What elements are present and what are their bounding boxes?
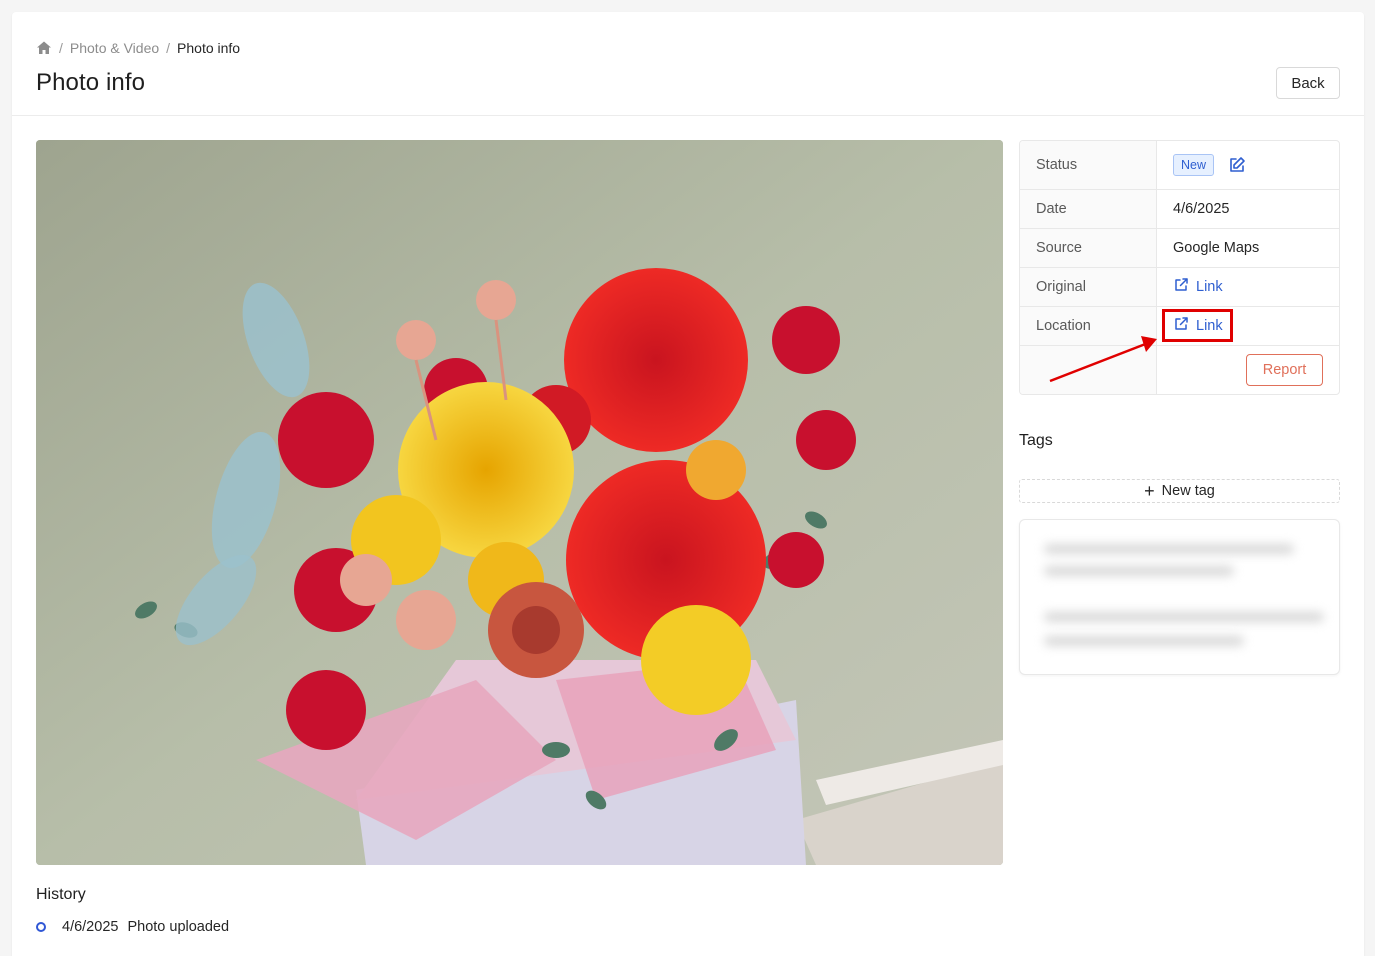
info-value-source: Google Maps [1173,240,1260,256]
report-button[interactable]: Report [1246,354,1323,386]
history-date: 4/6/2025 [62,919,119,935]
info-value-date: 4/6/2025 [1173,201,1230,217]
breadcrumb-photo-video[interactable]: Photo & Video [70,40,159,56]
external-link-icon [1173,277,1196,297]
page-header: / Photo & Video / Photo info Photo info … [12,12,1364,116]
back-button[interactable]: Back [1276,67,1340,99]
photo-preview [36,140,1003,865]
plus-icon: + [1144,481,1155,501]
info-row-actions: Report [1020,346,1339,394]
status-badge: New [1173,154,1215,176]
tag-card-blurred [1019,519,1340,675]
new-tag-label: New tag [1161,483,1215,499]
original-link-label: Link [1196,279,1223,295]
info-row-original: Original Link [1020,268,1339,307]
location-link-label: Link [1196,318,1223,334]
info-value-original: Link [1157,268,1339,306]
info-label-status: Status [1020,141,1157,189]
info-label-date: Date [1020,190,1157,228]
breadcrumb-current: Photo info [177,40,241,56]
history-title: History [36,886,86,903]
info-value-location: Link [1157,307,1339,345]
history-item: 4/6/2025 Photo uploaded [36,917,229,937]
breadcrumb-separator: / [59,40,63,56]
info-value-status: New [1157,141,1339,189]
info-label-location: Location [1020,307,1157,345]
breadcrumb-separator: / [166,40,171,56]
external-link-icon [1173,316,1196,336]
page-title: Photo info [36,69,146,96]
breadcrumb: / Photo & Video / Photo info [36,39,240,57]
photo-info-table: Status New Date 4/6/2025 Source Google M… [1019,140,1340,395]
info-row-status: Status New [1020,141,1339,190]
location-link[interactable]: Link [1173,316,1223,336]
main-card: / Photo & Video / Photo info Photo info … [12,12,1364,956]
new-tag-button[interactable]: + New tag [1019,479,1340,503]
info-row-location: Location Link [1020,307,1339,346]
home-icon[interactable] [36,40,52,56]
original-link[interactable]: Link [1173,277,1223,297]
info-label-source: Source [1020,229,1157,267]
history-text: Photo uploaded [127,919,230,935]
info-label-original: Original [1020,268,1157,306]
timeline-dot-icon [36,922,46,932]
info-row-source: Source Google Maps [1020,229,1339,268]
info-row-date: Date 4/6/2025 [1020,190,1339,229]
tags-title: Tags [1019,432,1053,449]
info-value-actions: Report [1157,346,1339,394]
info-label-empty [1020,346,1157,394]
edit-icon[interactable] [1228,156,1246,174]
